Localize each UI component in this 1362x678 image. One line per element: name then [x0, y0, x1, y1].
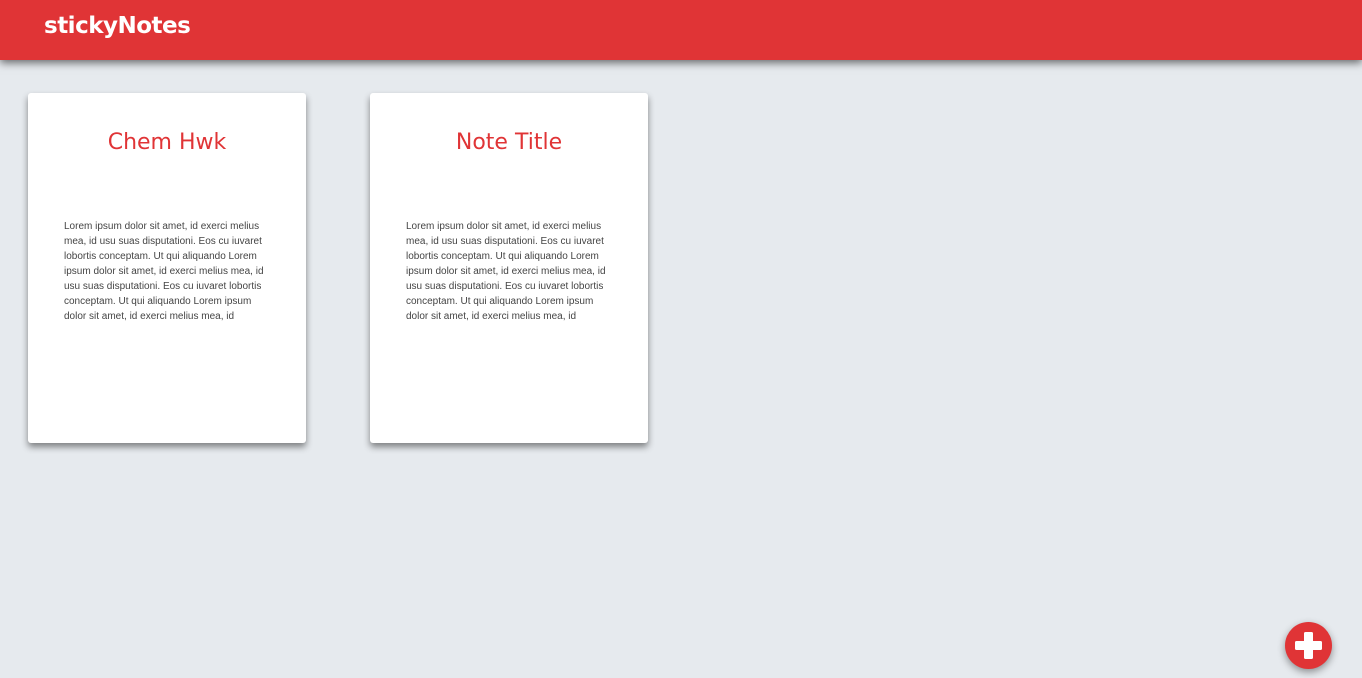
top-app-bar: stickyNotes	[0, 0, 1362, 60]
add-note-button[interactable]	[1285, 622, 1332, 669]
note-body: Lorem ipsum dolor sit amet, id exerci me…	[64, 221, 264, 322]
note-card[interactable]: Chem Hwk Lorem ipsum dolor sit amet, id …	[28, 93, 306, 443]
app-title: stickyNotes	[44, 13, 191, 39]
notes-grid: Chem Hwk Lorem ipsum dolor sit amet, id …	[0, 0, 1362, 678]
note-title: Chem Hwk	[107, 130, 227, 155]
note-card[interactable]: Note Title Lorem ipsum dolor sit amet, i…	[370, 93, 648, 443]
note-title: Note Title	[455, 130, 563, 155]
plus-icon	[1295, 632, 1322, 659]
note-body: Lorem ipsum dolor sit amet, id exerci me…	[406, 221, 606, 322]
